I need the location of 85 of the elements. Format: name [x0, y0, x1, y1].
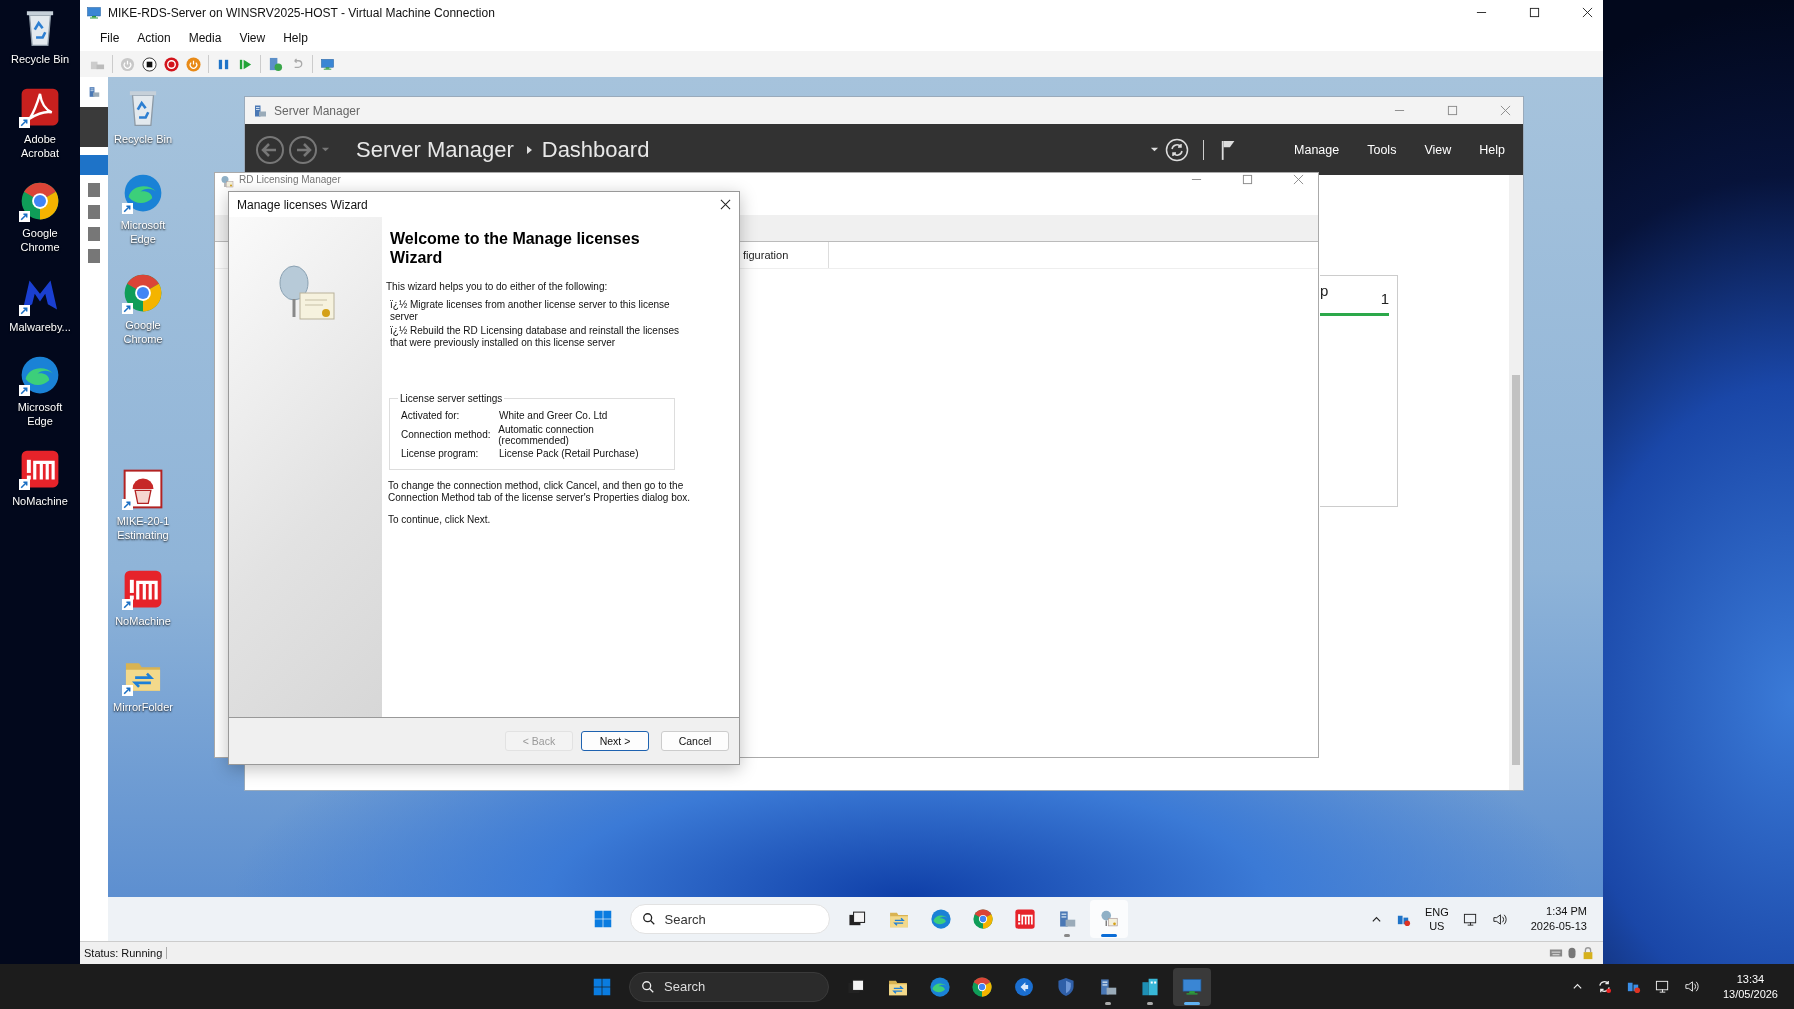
- search-field[interactable]: Search: [629, 971, 829, 1002]
- clock-time[interactable]: 13:34: [1736, 971, 1765, 987]
- caret-icon[interactable]: [1150, 145, 1160, 154]
- dashboard-tile[interactable]: p 1: [1320, 275, 1398, 507]
- setting-label: License program:: [401, 448, 480, 459]
- desktop-icon-label[interactable]: Malwareby...: [9, 320, 71, 334]
- header-strip: [80, 107, 108, 147]
- shutdown-icon[interactable]: [164, 56, 179, 72]
- refresh-icon[interactable]: [1165, 137, 1190, 162]
- menu-item[interactable]: View: [231, 31, 274, 45]
- lock-icon: [1581, 946, 1595, 960]
- status-text: Status: Running: [84, 947, 168, 959]
- close-icon[interactable]: [1582, 7, 1593, 18]
- desktop-icon-label[interactable]: NoMachine: [12, 494, 68, 508]
- taskbar-button[interactable]: [1173, 967, 1211, 1006]
- tile-count: 1: [1380, 290, 1389, 307]
- wave-browser-icon: [929, 975, 951, 998]
- sync-icon[interactable]: [1596, 979, 1612, 994]
- window-title: RD Licensing Manager: [239, 174, 341, 186]
- window-title: Server Manager: [274, 103, 361, 118]
- monitor-icon[interactable]: [1462, 911, 1478, 927]
- browser-icon: [971, 975, 993, 998]
- clock-date[interactable]: 13/05/2026: [1722, 986, 1778, 1002]
- server-icon: [87, 85, 101, 99]
- setting-value: License Pack (Retail Purchase): [499, 448, 639, 459]
- maximize-icon[interactable]: [1529, 7, 1540, 18]
- desktop-icon-label[interactable]: Google Chrome: [7, 226, 73, 254]
- circle-app-icon: [1013, 975, 1035, 998]
- back-icon[interactable]: [255, 134, 285, 165]
- setting-label: Connection method:: [401, 429, 492, 440]
- search-icon: [641, 912, 656, 926]
- menu-item[interactable]: Media: [180, 31, 230, 45]
- search-icon: [641, 979, 655, 994]
- group-title: License server settings: [399, 393, 504, 404]
- app-logo-icon[interactable]: [19, 448, 61, 490]
- menu-item[interactable]: View: [1424, 142, 1452, 157]
- menu-item[interactable]: File: [92, 31, 128, 45]
- bullet-text: ï¿½ Rebuild the RD Licensing database and reinstall the licenses that were previously installed on this license server: [390, 325, 681, 349]
- setting-label: Activated for:: [401, 410, 461, 421]
- menu-item[interactable]: Manage: [1294, 142, 1340, 157]
- monitor-icon[interactable]: [1654, 979, 1670, 994]
- stop-icon[interactable]: [142, 56, 157, 72]
- breadcrumb-item[interactable]: Server Manager: [356, 136, 514, 163]
- speaker-icon[interactable]: [1491, 911, 1507, 927]
- desktop-icon-label[interactable]: Microsoft Edge: [7, 400, 73, 428]
- menu-item[interactable]: Help: [1479, 142, 1505, 157]
- instruction-text: To continue, click Next.: [388, 514, 492, 526]
- helmet-head-icon[interactable]: [122, 468, 164, 510]
- browser-icon[interactable]: [19, 180, 61, 222]
- setting-value: Automatic connection (recommended): [498, 423, 595, 446]
- menu-item[interactable]: Action: [129, 31, 179, 45]
- speaker-icon[interactable]: [1683, 979, 1699, 994]
- scrollbar[interactable]: [1509, 175, 1523, 790]
- caret-icon[interactable]: [1571, 981, 1583, 992]
- window-title: MIKE-RDS-Server on WINSRV2025-HOST - Virtual Machine Connection: [108, 5, 495, 20]
- document-app-icon[interactable]: [19, 86, 61, 128]
- dialog-button[interactable]: Next >: [581, 731, 649, 751]
- power-icon[interactable]: [186, 56, 201, 72]
- dialog-title: Manage licenses Wizard: [237, 197, 368, 212]
- desktop-icon-label[interactable]: Adobe Acrobat: [7, 132, 73, 160]
- clock-time[interactable]: 1:34 PM: [1546, 904, 1587, 919]
- wave-browser-icon[interactable]: [19, 354, 61, 396]
- intro-text: This wizard helps you to do either of the following:: [386, 281, 609, 293]
- column-header[interactable]: figuration: [743, 242, 830, 268]
- forward-icon[interactable]: [288, 134, 318, 165]
- dialog-button[interactable]: Cancel: [661, 731, 729, 751]
- tile-title: p: [1320, 282, 1329, 301]
- language-indicator[interactable]: ENG: [1424, 905, 1449, 919]
- note-text: To change the connection method, click Cancel, and then go to the Connection Method tab of the license server's Properties dialog box.: [388, 480, 692, 504]
- monitor-icon: [86, 4, 102, 21]
- breadcrumb-item[interactable]: Dashboard: [541, 136, 650, 163]
- language-indicator[interactable]: US: [1429, 919, 1445, 933]
- setting-value: White and Greer Co. Ltd: [499, 410, 608, 421]
- browser-icon: [971, 908, 994, 930]
- desktop-icon-label[interactable]: Recycle Bin: [10, 52, 70, 66]
- close-icon[interactable]: [720, 199, 731, 210]
- wizard-heading: Welcome to the Manage licenses Wizard: [390, 229, 641, 267]
- clock-date[interactable]: 2026-05-13: [1530, 919, 1587, 934]
- shield-icon: [1055, 975, 1077, 998]
- app-logo-icon: [1013, 908, 1036, 930]
- wave-browser-icon: [929, 908, 952, 930]
- checkpoint-icon[interactable]: [268, 56, 283, 72]
- menu-item[interactable]: Tools: [1367, 142, 1397, 157]
- certificate-icon: [219, 174, 235, 190]
- menu-item[interactable]: Help: [275, 31, 316, 45]
